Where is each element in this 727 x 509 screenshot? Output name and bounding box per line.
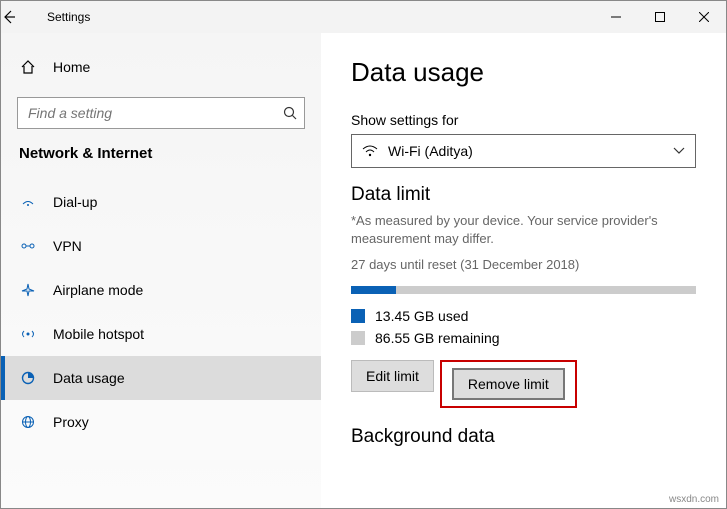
sidebar-item-datausage[interactable]: Data usage bbox=[1, 356, 321, 400]
sidebar-nav: Dial-up VPN Airplane mode bbox=[1, 180, 321, 444]
settings-window: Settings Home Network & Internet bbox=[0, 0, 727, 509]
home-icon bbox=[19, 59, 37, 75]
sidebar-home[interactable]: Home bbox=[1, 47, 321, 87]
vpn-icon bbox=[19, 238, 37, 254]
minimize-icon bbox=[611, 12, 621, 22]
measurement-note: *As measured by your device. Your servic… bbox=[351, 212, 696, 247]
sidebar-item-label: Proxy bbox=[53, 414, 89, 430]
sidebar: Home Network & Internet Dial-up bbox=[1, 33, 321, 508]
datausage-icon bbox=[19, 370, 37, 386]
network-name: Wi-Fi (Aditya) bbox=[388, 143, 473, 159]
sidebar-home-label: Home bbox=[53, 59, 90, 75]
titlebar: Settings bbox=[1, 1, 726, 33]
background-data-heading: Background data bbox=[351, 426, 696, 448]
window-controls bbox=[594, 1, 726, 33]
sidebar-item-proxy[interactable]: Proxy bbox=[1, 400, 321, 444]
remove-limit-button[interactable]: Remove limit bbox=[452, 368, 565, 400]
airplane-icon bbox=[19, 282, 37, 298]
show-settings-label: Show settings for bbox=[351, 112, 696, 128]
arrow-left-icon bbox=[1, 9, 17, 25]
sidebar-category: Network & Internet bbox=[1, 143, 321, 170]
close-icon bbox=[699, 12, 709, 22]
sidebar-item-dialup[interactable]: Dial-up bbox=[1, 180, 321, 224]
sidebar-item-label: Dial-up bbox=[53, 194, 97, 210]
body: Home Network & Internet Dial-up bbox=[1, 33, 726, 508]
dialup-icon bbox=[19, 194, 37, 210]
data-limit-heading: Data limit bbox=[351, 184, 696, 206]
network-dropdown[interactable]: Wi-Fi (Aditya) bbox=[351, 134, 696, 168]
usage-bar bbox=[351, 286, 696, 294]
edit-limit-button[interactable]: Edit limit bbox=[351, 360, 434, 392]
sidebar-item-label: VPN bbox=[53, 238, 82, 254]
swatch-remaining-icon bbox=[351, 331, 365, 345]
used-text: 13.45 GB used bbox=[375, 308, 468, 324]
search-box[interactable] bbox=[17, 97, 305, 129]
wifi-icon bbox=[362, 145, 378, 157]
content: Data usage Show settings for Wi-Fi (Adit… bbox=[321, 33, 726, 508]
proxy-icon bbox=[19, 414, 37, 430]
search-input[interactable] bbox=[17, 97, 305, 129]
maximize-button[interactable] bbox=[638, 1, 682, 33]
window-title: Settings bbox=[47, 10, 90, 24]
maximize-icon bbox=[655, 12, 665, 22]
close-button[interactable] bbox=[682, 1, 726, 33]
sidebar-item-vpn[interactable]: VPN bbox=[1, 224, 321, 268]
chevron-down-icon bbox=[673, 147, 685, 155]
usage-bar-fill bbox=[351, 286, 396, 294]
hotspot-icon bbox=[19, 326, 37, 342]
limit-buttons: Edit limit Remove limit bbox=[351, 360, 696, 408]
page-title: Data usage bbox=[351, 57, 696, 88]
legend-remaining: 86.55 GB remaining bbox=[351, 330, 696, 346]
watermark: wsxdn.com bbox=[669, 494, 719, 505]
remove-limit-highlight: Remove limit bbox=[440, 360, 577, 408]
sidebar-item-label: Airplane mode bbox=[53, 282, 143, 298]
search-icon bbox=[283, 106, 297, 120]
minimize-button[interactable] bbox=[594, 1, 638, 33]
sidebar-item-airplane[interactable]: Airplane mode bbox=[1, 268, 321, 312]
legend-used: 13.45 GB used bbox=[351, 308, 696, 324]
sidebar-item-label: Mobile hotspot bbox=[53, 326, 144, 342]
sidebar-item-hotspot[interactable]: Mobile hotspot bbox=[1, 312, 321, 356]
back-button[interactable] bbox=[1, 9, 41, 25]
sidebar-item-label: Data usage bbox=[53, 370, 125, 386]
swatch-used-icon bbox=[351, 309, 365, 323]
days-until-reset: 27 days until reset (31 December 2018) bbox=[351, 257, 696, 272]
remaining-text: 86.55 GB remaining bbox=[375, 330, 500, 346]
